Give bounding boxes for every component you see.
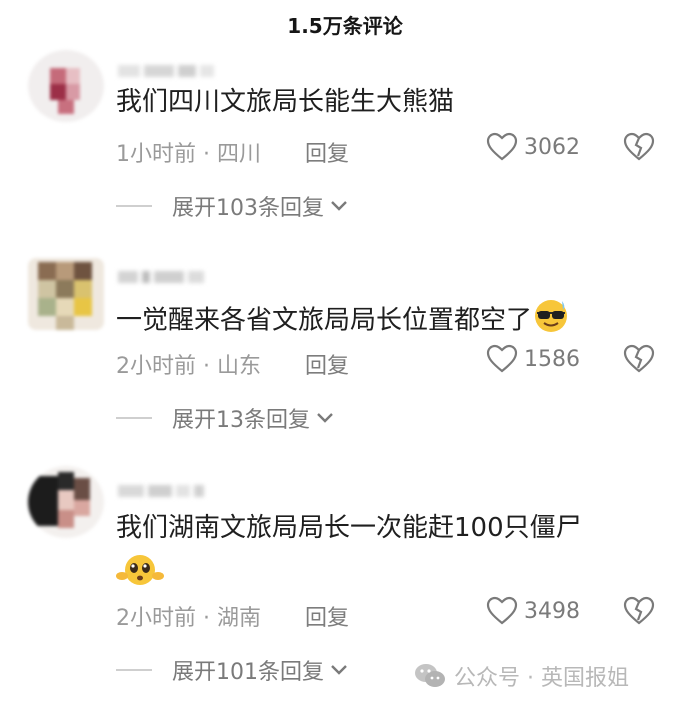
expand-replies-label: 展开103条回复 [172,196,324,221]
comments-count-title: 1.5万条评论 [287,13,403,38]
expand-replies-label: 展开13条回复 [172,408,310,433]
broken-heart-icon [623,132,655,161]
like-count: 1586 [524,346,580,372]
chevron-down-icon [331,201,347,211]
chevron-down-icon [317,413,333,423]
divider [116,669,152,671]
reply-button[interactable]: 回复 [305,136,349,168]
heart-icon [486,344,518,373]
comment-text: 我们四川文旅局长能生大熊猫 [116,87,455,117]
comment-time-location: 1小时前 · 四川 [116,142,261,167]
pleading-face-icon [116,550,164,600]
like-button[interactable]: 1586 [486,344,580,374]
dislike-button[interactable] [623,132,655,166]
reply-button[interactable]: 回复 [305,348,349,380]
broken-heart-icon [623,596,655,625]
avatar[interactable] [28,466,104,538]
dislike-button[interactable] [623,596,655,630]
like-button[interactable]: 3498 [486,596,580,626]
expand-replies[interactable]: 展开101条回复 [116,654,348,686]
heart-icon [486,132,518,161]
comment-text: 一觉醒来各省文旅局局长位置都空了 [116,296,570,346]
comment-text: 我们湖南文旅局局长一次能赶100只僵尸 [116,513,582,543]
wechat-icon [415,664,445,687]
avatar[interactable] [28,50,104,122]
dislike-button[interactable] [623,344,655,378]
like-count: 3062 [524,134,580,160]
expand-replies-label: 展开101条回复 [172,660,324,685]
comments-header: 1.5万条评论 [0,0,690,48]
expand-replies[interactable]: 展开13条回复 [116,402,334,434]
comment-time-location: 2小时前 · 山东 [116,354,261,379]
watermark-text: 公众号 · 英国报姐 [454,666,629,691]
like-button[interactable]: 3062 [486,132,580,162]
divider [116,205,152,207]
reply-button[interactable]: 回复 [305,600,349,632]
avatar[interactable] [28,258,104,330]
username[interactable] [118,480,228,497]
divider [116,417,152,419]
watermark: 公众号 · 英国报姐 [414,660,629,692]
expand-replies[interactable]: 展开103条回复 [116,190,348,222]
like-count: 3498 [524,598,580,624]
username[interactable] [118,266,228,283]
chevron-down-icon [331,665,347,675]
broken-heart-icon [623,344,655,373]
sunglasses-face-icon [532,296,570,346]
heart-icon [486,596,518,625]
comment-time-location: 2小时前 · 湖南 [116,606,261,631]
comment-emoji-line [116,550,164,600]
username[interactable] [118,60,228,77]
